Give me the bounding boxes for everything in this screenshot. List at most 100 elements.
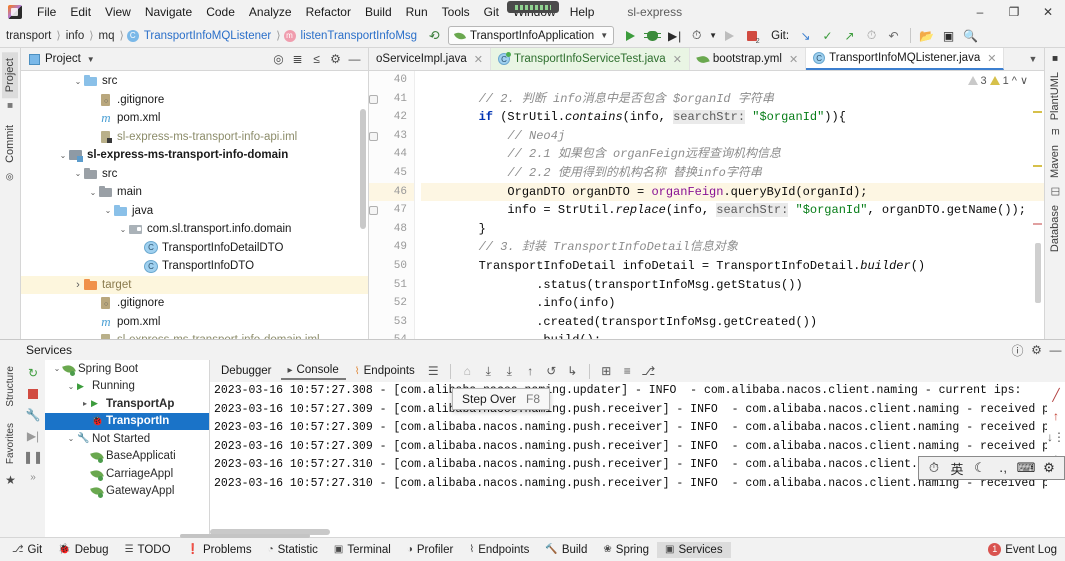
chevron-down-icon[interactable]: ⌄ — [72, 169, 84, 178]
breadcrumb-info[interactable]: info — [64, 30, 87, 42]
chevron-right-icon[interactable]: ▸ — [79, 399, 91, 408]
chevron-down-icon[interactable]: ⌄ — [72, 77, 84, 86]
chevron-right-icon[interactable]: › — [72, 279, 84, 291]
menu-help[interactable]: Help — [563, 3, 602, 21]
sidebar-item-maven[interactable]: Maven — [1047, 139, 1063, 184]
project-tree-item[interactable]: .gitignore — [21, 294, 368, 313]
status-item-build[interactable]: 🔨 Build — [537, 542, 595, 558]
force-step-into-icon[interactable]: ↑ — [521, 362, 540, 381]
close-tab-icon[interactable]: ✕ — [789, 53, 798, 66]
code-line[interactable]: } — [421, 220, 1044, 239]
hide-panel-icon[interactable]: — — [1046, 341, 1065, 360]
chevron-down-icon[interactable]: ⌄ — [65, 382, 77, 391]
step-over-icon[interactable]: ⤓ — [479, 362, 498, 381]
project-tree-item[interactable]: m pom.xml — [21, 313, 368, 332]
chevron-down-icon[interactable]: ⌄ — [87, 188, 99, 197]
project-tree-item[interactable]: sl-express-ms-transport-info-api.iml — [21, 128, 368, 147]
status-item-services[interactable]: ▣ Services — [657, 541, 731, 558]
editor-marker-bar[interactable] — [1033, 93, 1042, 339]
project-tree-item[interactable]: ⌄ src — [21, 165, 368, 184]
console-scroll-indicator[interactable] — [180, 534, 310, 538]
editor-gutter[interactable]: 404142434445464748495051525354 — [369, 71, 415, 339]
git-history-icon[interactable]: ⏱ — [861, 25, 882, 46]
status-item-todo[interactable]: ☰ TODO — [117, 542, 179, 558]
code-line[interactable]: .build(); — [421, 331, 1044, 339]
project-tree-item[interactable]: ⌄ main — [21, 183, 368, 202]
chevron-down-icon[interactable]: ⌄ — [117, 225, 129, 234]
settings-gear-icon[interactable]: ⚙ — [326, 50, 345, 69]
build-hammer-icon[interactable]: ⟲ — [427, 26, 443, 45]
hide-panel-icon[interactable]: — — [345, 50, 364, 69]
sidebar-item-commit[interactable]: Commit — [2, 119, 18, 169]
chevron-down-icon[interactable]: ▼ — [87, 55, 95, 64]
status-item-statistic[interactable]: ◔ Statistic — [260, 542, 326, 558]
git-rollback-icon[interactable]: ↶ — [883, 25, 904, 46]
project-structure-icon[interactable]: 📂 — [916, 25, 937, 46]
status-item-spring[interactable]: ❀ Spring — [595, 542, 657, 558]
debug-tab-console[interactable]: ▸ Console — [280, 362, 346, 380]
project-tree-item[interactable]: C TransportInfoDetailDTO — [21, 239, 368, 258]
sidebar-item-structure[interactable]: Structure — [3, 360, 18, 413]
more-actions-icon[interactable]: » — [23, 467, 43, 488]
presentation-icon[interactable]: ▣ — [938, 25, 959, 46]
code-line[interactable]: info = StrUtil.replace(info, searchStr: … — [421, 201, 1044, 220]
services-tree-item[interactable]: GatewayAppl — [45, 483, 209, 501]
soft-wrap-icon[interactable]: ╱ — [1046, 384, 1065, 405]
status-item-endpoints[interactable]: ⌇ Endpoints — [461, 542, 537, 558]
services-tree-item[interactable]: ⌄ Spring Boot — [45, 360, 209, 378]
menu-file[interactable]: File — [30, 3, 63, 21]
chevron-down-icon[interactable]: ⌄ — [102, 206, 114, 215]
project-file-tree[interactable]: ⌄src.gitignorempom.xmlsl-express-ms-tran… — [21, 71, 368, 339]
run-button[interactable] — [620, 25, 641, 46]
stop-icon[interactable] — [23, 383, 43, 404]
git-push-icon[interactable]: ↗ — [839, 25, 860, 46]
inspection-widget[interactable]: 3 1 ^ ∨ — [967, 74, 1028, 87]
rerun-icon[interactable]: ↻ — [23, 362, 43, 383]
status-item-git[interactable]: ⎇ Git — [4, 542, 50, 558]
chevron-down-icon[interactable]: ⌄ — [65, 434, 77, 443]
code-line[interactable]: if (StrUtil.contains(info, searchStr: "$… — [421, 108, 1044, 127]
services-tree-item[interactable]: CarriageAppl — [45, 465, 209, 483]
code-line[interactable]: .status(transportInfoMsg.getStatus()) — [421, 276, 1044, 295]
code-line[interactable]: // Neo4j — [421, 127, 1044, 146]
services-tree-item[interactable]: BaseApplicati — [45, 448, 209, 466]
menu-git[interactable]: Git — [477, 3, 506, 21]
breadcrumb-mq[interactable]: mq — [97, 30, 117, 42]
code-line[interactable]: OrganDTO organDTO = organFeign.queryById… — [421, 182, 1044, 202]
rerun-button[interactable] — [719, 25, 740, 46]
project-tree-item[interactable]: .gitignore — [21, 91, 368, 110]
code-line[interactable]: // 2. 判断 info消息中是否包含 $organId 字符串 — [421, 90, 1044, 109]
expand-all-icon[interactable]: ≣ — [288, 50, 307, 69]
code-fold-marker[interactable] — [369, 206, 378, 216]
settings-wrench-icon[interactable]: 🔧 — [23, 404, 43, 425]
pause-icon[interactable]: ❚❚ — [23, 446, 43, 467]
step-into-icon[interactable]: ⤓ — [500, 362, 519, 381]
code-fold-marker[interactable] — [369, 131, 378, 141]
locate-file-icon[interactable]: ◎ — [269, 50, 288, 69]
collapse-all-icon[interactable]: ≤ — [307, 50, 326, 69]
services-tree-item[interactable]: 🐞 TransportIn — [45, 412, 209, 430]
drop-frame-icon[interactable]: ↳ — [563, 362, 582, 381]
status-item-event-log[interactable]: 1 Event Log — [980, 541, 1065, 558]
close-tab-icon[interactable]: ✕ — [673, 53, 682, 66]
breadcrumb-class[interactable]: TransportInfoMQListener — [142, 30, 273, 42]
project-tree-scrollbar[interactable] — [360, 109, 366, 229]
code-line[interactable]: .created(transportInfoMsg.getCreated()) — [421, 313, 1044, 332]
chevron-down-icon[interactable]: ⌄ — [51, 364, 63, 373]
maximize-button[interactable]: ❐ — [997, 0, 1031, 24]
close-tab-icon[interactable]: ✕ — [474, 53, 483, 66]
menu-refactor[interactable]: Refactor — [299, 3, 358, 21]
menu-build[interactable]: Build — [358, 3, 399, 21]
menu-edit[interactable]: Edit — [63, 3, 98, 21]
scroll-up-icon[interactable]: ↑ — [1046, 405, 1065, 426]
menu-code[interactable]: Code — [199, 3, 242, 21]
menu-analyze[interactable]: Analyze — [242, 3, 299, 21]
editor-tab[interactable]: oServiceImpl.java ✕ — [369, 48, 491, 70]
clock-icon[interactable]: ⏱ — [924, 458, 944, 478]
status-item-debug[interactable]: 🐞 Debug — [50, 542, 116, 558]
sidebar-item-favorites[interactable]: Favorites — [3, 417, 18, 470]
sidebar-item-project[interactable]: Project — [2, 52, 18, 99]
next-problem-icon[interactable]: ∨ — [1020, 74, 1028, 87]
close-tab-icon[interactable]: ✕ — [987, 52, 996, 65]
services-tree[interactable]: ⌄ Spring Boot ⌄ ▶ Running ▸ ▶ TransportAp 🐞 Trans… — [45, 360, 210, 537]
